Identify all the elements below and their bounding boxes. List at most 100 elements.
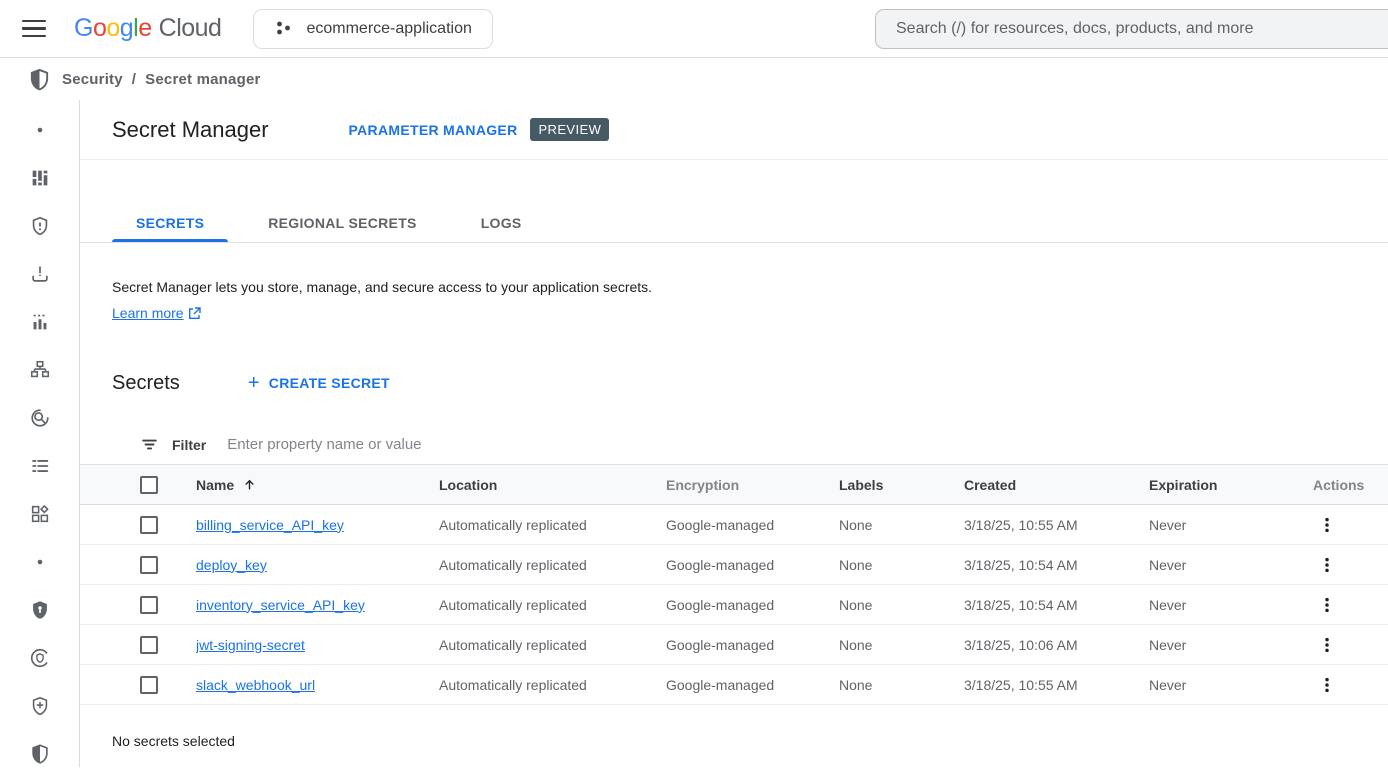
secret-name-link[interactable]: jwt-signing-secret: [196, 637, 305, 653]
table-row: slack_webhook_url Automatically replicat…: [80, 665, 1388, 705]
sidebar-item-command-center[interactable]: [16, 164, 64, 192]
breadcrumb-current-page: Secret manager: [145, 71, 260, 88]
sidebar-item-overview[interactable]: [16, 116, 64, 144]
row-actions-kebab-icon[interactable]: [1313, 551, 1341, 579]
tab-regional-secrets[interactable]: REGIONAL SECRETS: [244, 204, 440, 242]
sidebar-item-hierarchy[interactable]: [16, 356, 64, 384]
sidebar-item-findings[interactable]: [16, 260, 64, 288]
row-checkbox[interactable]: [140, 516, 158, 534]
encryption-cell: Google-managed: [666, 637, 839, 653]
shield-alert-icon: [29, 215, 51, 237]
page-title: Secret Manager: [112, 117, 269, 143]
expiration-cell: Never: [1149, 677, 1299, 693]
location-cell: Automatically replicated: [439, 677, 666, 693]
security-shield-icon: [28, 68, 51, 91]
secret-name-link[interactable]: billing_service_API_key: [196, 517, 344, 533]
shield-plus-icon: [29, 695, 51, 717]
labels-cell: None: [839, 677, 964, 693]
parameter-manager-link[interactable]: PARAMETER MANAGER: [349, 122, 518, 138]
shield-circle-icon: [29, 647, 51, 669]
location-cell: Automatically replicated: [439, 517, 666, 533]
sidebar-item-workloads[interactable]: [16, 500, 64, 528]
sidebar-item-secret-manager[interactable]: [16, 596, 64, 624]
sidebar-item-analytics[interactable]: [16, 308, 64, 336]
list-icon: [29, 455, 51, 477]
workload-squares-icon: [29, 503, 51, 525]
filter-input[interactable]: [225, 435, 1388, 454]
tab-logs[interactable]: LOGS: [457, 204, 546, 242]
filter-label: Filter: [172, 437, 206, 453]
command-center-icon: [29, 167, 51, 189]
created-cell: 3/18/25, 10:54 AM: [964, 597, 1149, 613]
breadcrumb-separator: /: [132, 71, 136, 88]
table-row: billing_service_API_key Automatically re…: [80, 505, 1388, 545]
row-checkbox[interactable]: [140, 676, 158, 694]
breadcrumb: Security / Secret manager: [0, 58, 1388, 100]
breadcrumb-security-link[interactable]: Security: [62, 71, 123, 88]
dot-icon: [36, 558, 44, 566]
row-actions-kebab-icon[interactable]: [1313, 511, 1341, 539]
labels-cell: None: [839, 597, 964, 613]
project-selector[interactable]: ecommerce-application: [253, 9, 492, 49]
sidebar-item-list[interactable]: [16, 452, 64, 480]
encryption-cell: Google-managed: [666, 517, 839, 533]
row-checkbox[interactable]: [140, 636, 158, 654]
labels-cell: None: [839, 517, 964, 533]
external-link-icon: [188, 307, 201, 320]
sidebar-item-shield-plus[interactable]: [16, 692, 64, 720]
row-checkbox[interactable]: [140, 596, 158, 614]
labels-cell: None: [839, 557, 964, 573]
encryption-cell: Google-managed: [666, 557, 839, 573]
secret-manager-page: Secret Manager PARAMETER MANAGER PREVIEW…: [80, 100, 1388, 767]
column-header-actions: Actions: [1299, 477, 1388, 493]
table-row: inventory_service_API_key Automatically …: [80, 585, 1388, 625]
encryption-cell: Google-managed: [666, 597, 839, 613]
project-icon: [274, 19, 293, 38]
table-header-row: Name Location Encryption Labels Created …: [80, 465, 1388, 505]
column-header-labels[interactable]: Labels: [839, 477, 964, 493]
google-cloud-logo: Google Cloud: [74, 14, 221, 43]
secret-name-link[interactable]: inventory_service_API_key: [196, 597, 365, 613]
preview-badge: PREVIEW: [530, 118, 609, 141]
column-header-expiration[interactable]: Expiration: [1149, 477, 1299, 493]
table-row: jwt-signing-secret Automatically replica…: [80, 625, 1388, 665]
column-header-created[interactable]: Created: [964, 477, 1149, 493]
sidebar-item-threats[interactable]: [16, 212, 64, 240]
bar-chart-icon: [29, 311, 51, 333]
create-secret-label: CREATE SECRET: [269, 375, 390, 391]
sidebar-item-compliance[interactable]: [16, 644, 64, 672]
tab-secrets[interactable]: SECRETS: [112, 204, 228, 242]
location-cell: Automatically replicated: [439, 597, 666, 613]
expiration-cell: Never: [1149, 557, 1299, 573]
encryption-cell: Google-managed: [666, 677, 839, 693]
sidebar-item-security-home[interactable]: [16, 740, 64, 768]
location-cell: Automatically replicated: [439, 637, 666, 653]
intro-description: Secret Manager lets you store, manage, a…: [112, 279, 1388, 295]
project-name: ecommerce-application: [306, 20, 471, 38]
filter-bar: Filter: [80, 425, 1388, 465]
created-cell: 3/18/25, 10:55 AM: [964, 677, 1149, 693]
google-logo-letters: Google: [74, 14, 152, 43]
plus-icon: +: [248, 373, 260, 393]
shield-lock-icon: [29, 599, 51, 621]
secret-name-link[interactable]: slack_webhook_url: [196, 677, 315, 693]
row-actions-kebab-icon[interactable]: [1313, 671, 1341, 699]
row-actions-kebab-icon[interactable]: [1313, 591, 1341, 619]
learn-more-link[interactable]: Learn more: [112, 305, 201, 321]
sidebar-item-dot[interactable]: [16, 548, 64, 576]
select-all-checkbox[interactable]: [140, 476, 158, 494]
row-checkbox[interactable]: [140, 556, 158, 574]
security-nav-sidebar: [0, 100, 80, 767]
created-cell: 3/18/25, 10:54 AM: [964, 557, 1149, 573]
secrets-section-header: Secrets + CREATE SECRET: [80, 367, 1388, 399]
column-header-name[interactable]: Name: [196, 477, 234, 493]
created-cell: 3/18/25, 10:55 AM: [964, 517, 1149, 533]
sidebar-item-scanner[interactable]: [16, 404, 64, 432]
search-input[interactable]: [876, 20, 1388, 38]
selection-status-text: No secrets selected: [80, 733, 1388, 749]
create-secret-button[interactable]: + CREATE SECRET: [238, 367, 400, 399]
secret-name-link[interactable]: deploy_key: [196, 557, 267, 573]
row-actions-kebab-icon[interactable]: [1313, 631, 1341, 659]
hamburger-menu-icon[interactable]: [22, 17, 48, 41]
column-header-location[interactable]: Location: [439, 477, 666, 493]
